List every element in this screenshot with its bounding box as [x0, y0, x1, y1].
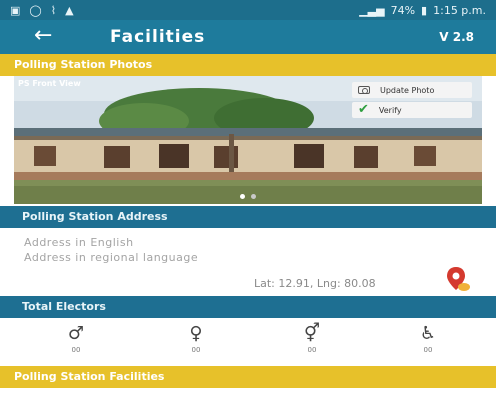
third-gender-electors-count: 00	[307, 346, 317, 354]
photo-pager[interactable]	[240, 194, 256, 199]
male-electors-count: 00	[71, 346, 81, 354]
electors-section-header: Total Electors	[0, 296, 496, 318]
coordinates-text: Lat: 12.91, Lng: 80.08	[254, 277, 376, 290]
battery-icon: ▮	[421, 3, 428, 17]
clock: 1:15 p.m.	[433, 3, 486, 17]
notification-icon: ▣	[10, 3, 22, 17]
status-left-icons: ▣ ◯ ⌇ ▲	[10, 4, 75, 17]
camera-icon	[358, 86, 370, 94]
version-label: V 2.8	[439, 30, 474, 44]
female-electors: ♀ 00	[176, 323, 216, 355]
update-photo-label: Update Photo	[380, 85, 435, 95]
status-right: ▁▃▅ 74% ▮ 1:15 p.m.	[359, 4, 486, 17]
update-photo-button[interactable]: Update Photo	[352, 82, 472, 98]
female-electors-count: 00	[191, 346, 201, 354]
female-voter-icon: ♀	[189, 323, 203, 344]
pwd-electors: ♿ 00	[408, 323, 448, 355]
status-bar: ▣ ◯ ⌇ ▲ ▁▃▅ 74% ▮ 1:15 p.m.	[0, 0, 496, 20]
facilities-section-header: Polling Station Facilities	[0, 366, 496, 388]
third-gender-electors: ⚥ 00	[292, 323, 332, 355]
verify-button[interactable]: ✔ Verify	[352, 102, 472, 118]
photo-caption: PS Front View	[18, 79, 81, 88]
verify-label: Verify	[378, 105, 402, 115]
address-regional: Address in regional language	[24, 251, 199, 264]
signal-icon: ▁▃▅	[359, 3, 385, 17]
pwd-electors-count: 00	[423, 346, 433, 354]
wheelchair-voter-icon: ♿	[419, 323, 437, 344]
back-arrow-icon[interactable]: ←	[34, 25, 52, 47]
address-english: Address in English	[24, 236, 134, 249]
male-voter-icon: ♂	[67, 323, 85, 344]
pager-dot[interactable]	[251, 194, 256, 199]
page-title: Facilities	[110, 27, 206, 47]
male-electors: ♂ 00	[56, 323, 96, 355]
third-gender-voter-icon: ⚥	[303, 323, 321, 344]
electors-row: ♂ 00 ♀ 00 ⚥ 00 ♿ 00	[0, 322, 496, 362]
polling-station-photo[interactable]: PS Front View Update Photo ✔ Verify	[14, 76, 482, 204]
battery-level: 74%	[390, 3, 416, 17]
hotspot-icon: ⌇	[50, 3, 58, 17]
checkmark-icon: ✔	[358, 102, 369, 117]
whatsapp-icon: ◯	[29, 3, 43, 17]
app-bar: ← Facilities V 2.8	[0, 20, 496, 54]
warning-icon: ▲	[65, 3, 75, 17]
pager-dot-active[interactable]	[240, 194, 245, 199]
address-section-header: Polling Station Address	[0, 206, 496, 228]
location-pin-icon[interactable]	[445, 265, 471, 293]
photos-section-header: Polling Station Photos	[0, 54, 496, 76]
